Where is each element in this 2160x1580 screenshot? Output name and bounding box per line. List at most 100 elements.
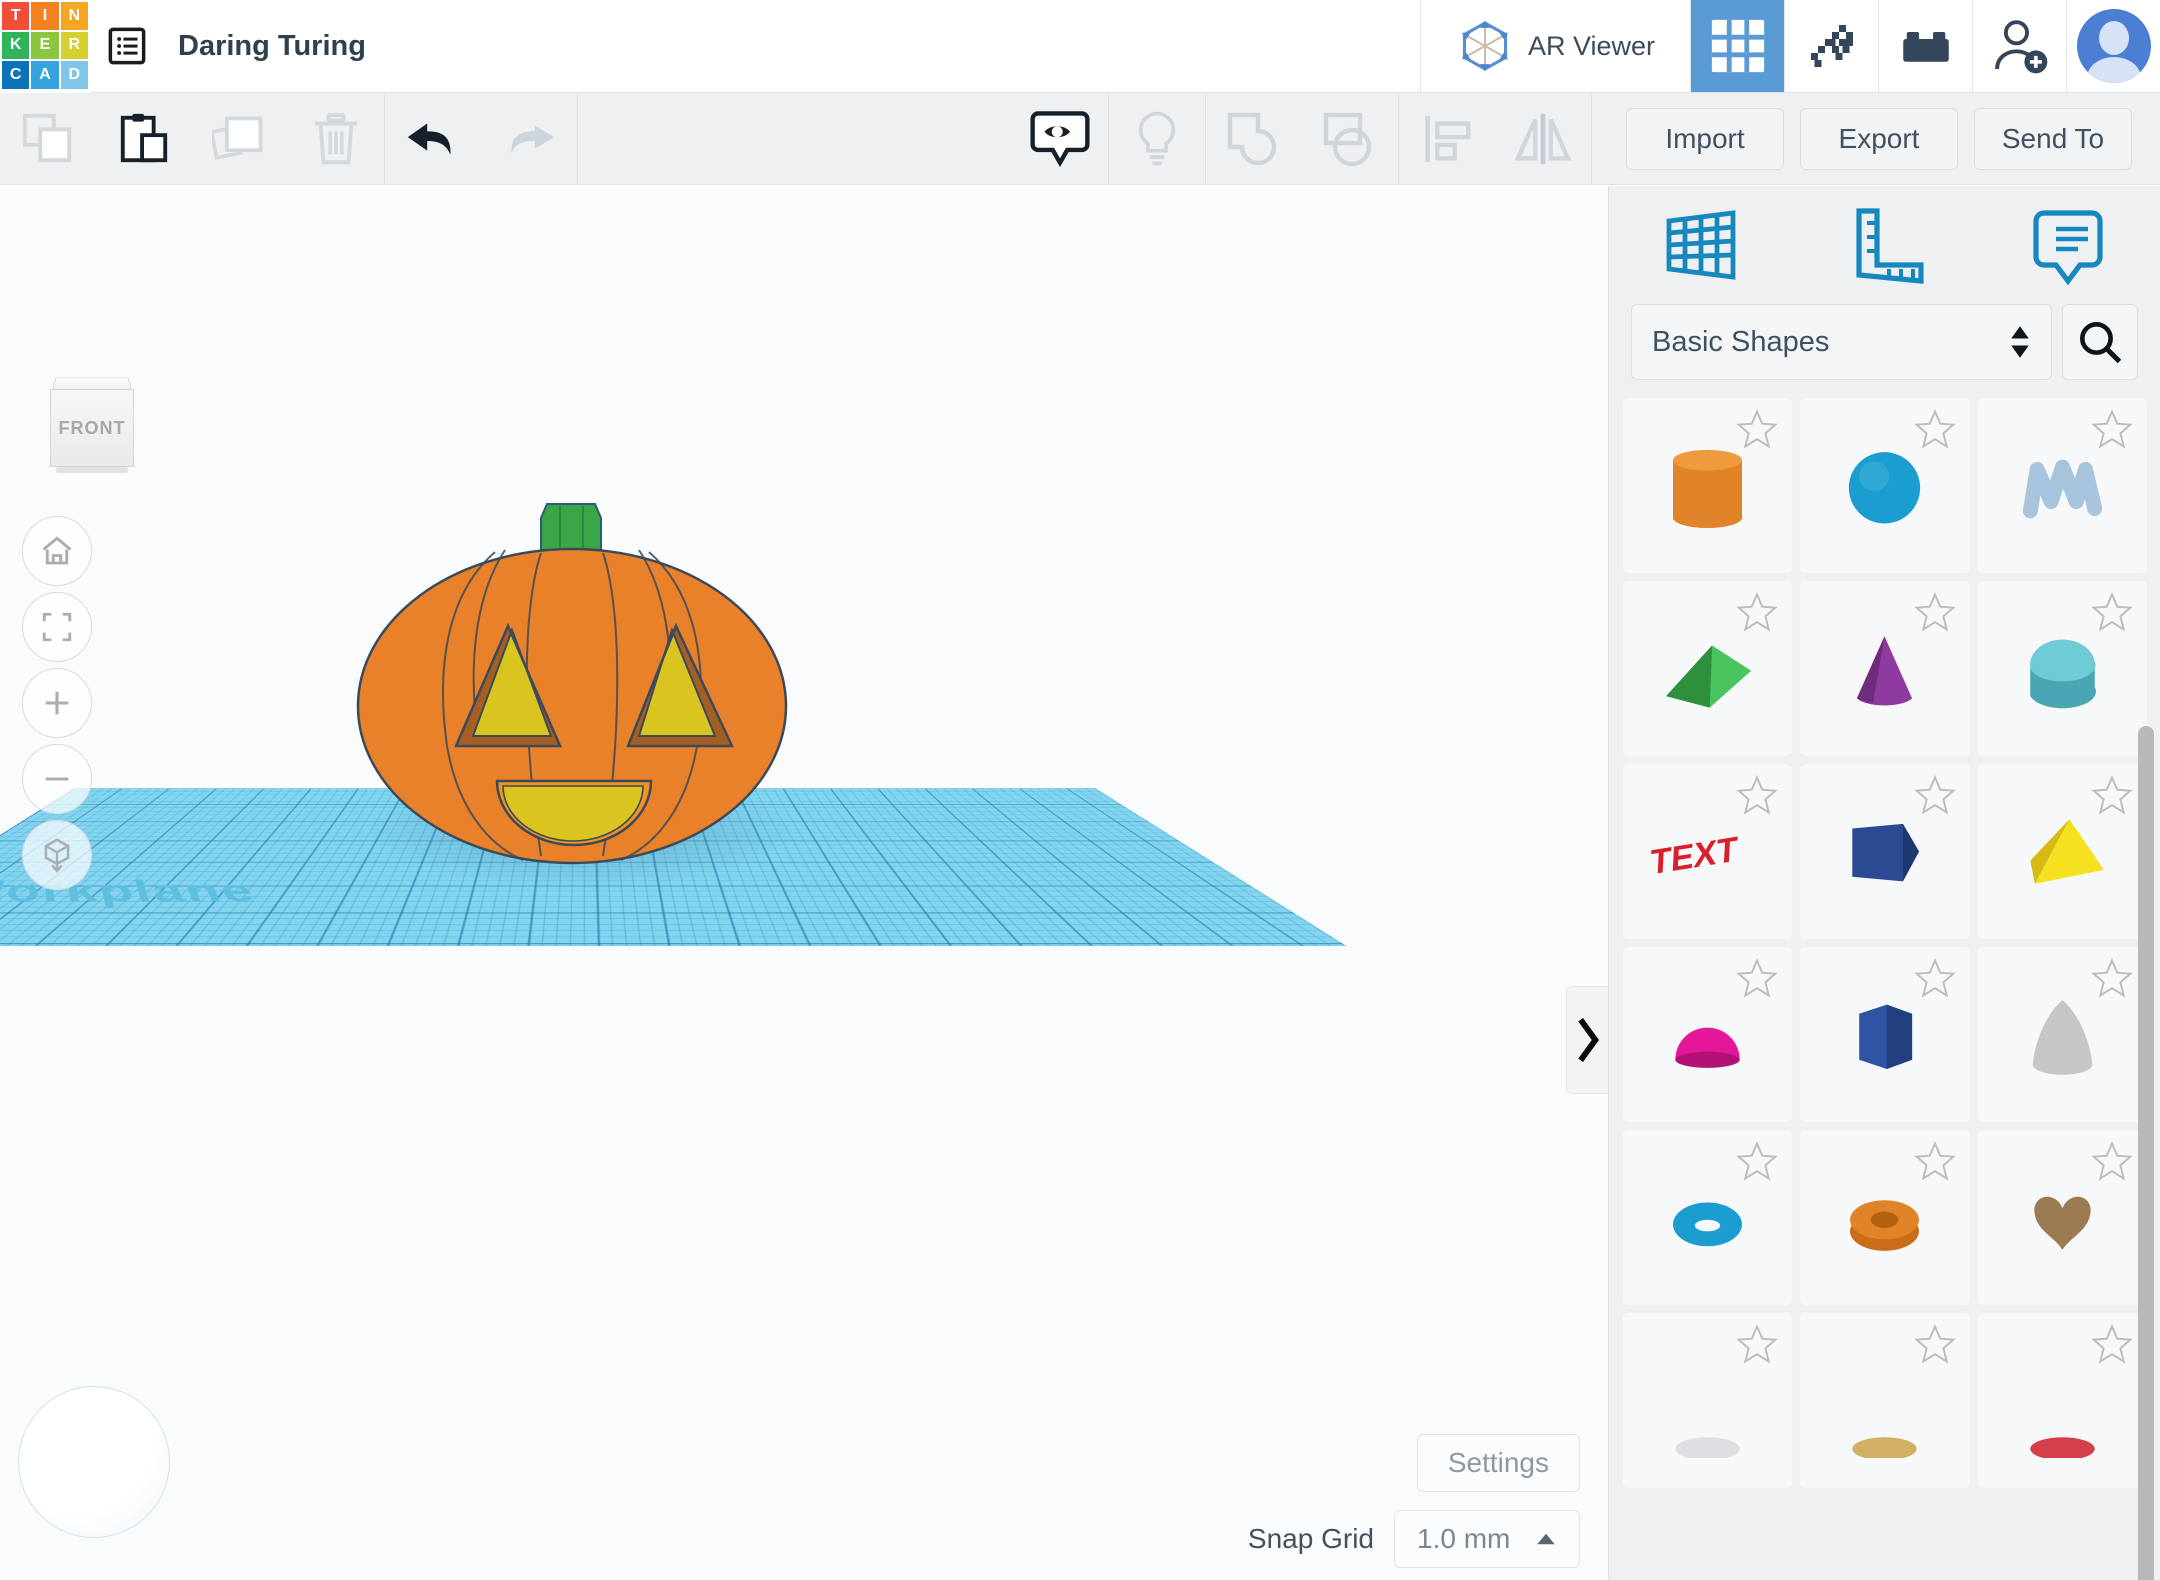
snap-grid-select[interactable]: 1.0 mm (1394, 1510, 1580, 1568)
star-outline-icon[interactable] (2091, 774, 2133, 816)
logo-tile-e: E (31, 32, 58, 60)
notes-tab[interactable] (1976, 201, 2160, 289)
mirror-button[interactable] (1495, 93, 1591, 185)
settings-button[interactable]: Settings (1417, 1434, 1580, 1492)
workplane-tab[interactable] (1609, 201, 1793, 289)
viewport-circle-widget[interactable] (18, 1386, 170, 1538)
star-outline-icon[interactable] (1736, 774, 1778, 816)
jack-o-lantern-model[interactable] (355, 496, 790, 866)
3d-viewport[interactable]: Workplane (0, 186, 1608, 1580)
shape-item-box[interactable] (1800, 764, 1969, 939)
star-outline-icon[interactable] (2091, 1323, 2133, 1365)
star-outline-icon[interactable] (1914, 591, 1956, 633)
delete-button[interactable] (288, 93, 384, 185)
invite-button[interactable] (1972, 0, 2066, 92)
align-icon (1418, 110, 1476, 168)
grid-icon (1710, 18, 1766, 74)
ungroup-button[interactable] (1302, 93, 1398, 185)
star-outline-icon[interactable] (1914, 408, 1956, 450)
visibility-button[interactable] (1012, 93, 1108, 185)
chevron-right-icon (1575, 1016, 1601, 1064)
star-outline-icon[interactable] (2091, 408, 2133, 450)
shape-item-half-cylinder[interactable] (1978, 581, 2147, 756)
workplane-grid-icon (1657, 201, 1745, 289)
star-outline-icon[interactable] (2091, 1140, 2133, 1182)
logo-tile-d: D (61, 61, 88, 89)
shapes-panel: Basic Shapes TEXT (1608, 186, 2160, 1580)
shape-item-torus[interactable] (1623, 1130, 1792, 1305)
view-cube-label[interactable]: FRONT (50, 389, 134, 467)
page-title[interactable]: Daring Turing (164, 0, 1420, 92)
viewport-bottom-bar: Settings Snap Grid 1.0 mm (1248, 1434, 1580, 1568)
snap-grid-value: 1.0 mm (1417, 1523, 1510, 1555)
star-outline-icon[interactable] (1736, 408, 1778, 450)
shape-category-select[interactable]: Basic Shapes (1631, 304, 2052, 380)
shape-item-shape-row6-c[interactable] (1978, 1313, 2147, 1488)
note-bubble-icon (2024, 201, 2112, 289)
shape-item-cylinder[interactable] (1623, 398, 1792, 573)
blocks-button[interactable] (1878, 0, 1972, 92)
note-button[interactable] (1109, 93, 1205, 185)
duplicate-button[interactable] (192, 93, 288, 185)
star-outline-icon[interactable] (2091, 591, 2133, 633)
zoom-in-button[interactable] (22, 668, 92, 738)
zoom-out-button[interactable] (22, 744, 92, 814)
shape-item-shape-row6-a[interactable] (1623, 1313, 1792, 1488)
shape-item-tube[interactable] (1800, 1130, 1969, 1305)
ruler-tab[interactable] (1793, 201, 1977, 289)
shape-item-heart[interactable] (1978, 1130, 2147, 1305)
align-button[interactable] (1399, 93, 1495, 185)
undo-button[interactable] (385, 93, 481, 185)
copy-button[interactable] (0, 93, 96, 185)
shape-search-button[interactable] (2062, 304, 2138, 380)
shape-item-sphere[interactable] (1800, 398, 1969, 573)
shape-library-grid[interactable]: TEXT (1609, 398, 2160, 1580)
fit-view-button[interactable] (22, 592, 92, 662)
shape-item-paraboloid[interactable] (1978, 947, 2147, 1122)
shape-item-scribble[interactable] (1978, 398, 2147, 573)
star-outline-icon[interactable] (1736, 957, 1778, 999)
shape-item-roof[interactable] (1623, 581, 1792, 756)
star-outline-icon[interactable] (1736, 1140, 1778, 1182)
star-outline-icon[interactable] (1914, 957, 1956, 999)
star-outline-icon[interactable] (1914, 774, 1956, 816)
ortho-perspective-button[interactable] (22, 820, 92, 890)
star-outline-icon[interactable] (1736, 591, 1778, 633)
shape-item-pyramid[interactable] (1978, 764, 2147, 939)
shape-item-dome[interactable] (1623, 947, 1792, 1122)
pickaxe-icon (1804, 18, 1860, 74)
send-to-button[interactable]: Send To (1974, 108, 2132, 170)
redo-button[interactable] (481, 93, 577, 185)
shape-item-shape-row6-b[interactable] (1800, 1313, 1969, 1488)
header-actions: AR Viewer (1420, 0, 2160, 92)
export-button[interactable]: Export (1800, 108, 1958, 170)
collapse-panel-button[interactable] (1566, 986, 1608, 1094)
chevron-updown-icon (2009, 321, 2031, 363)
shape-item-cone[interactable] (1800, 581, 1969, 756)
group-button[interactable] (1206, 93, 1302, 185)
redo-arrow-icon (498, 108, 560, 170)
grid-view-button[interactable] (1690, 0, 1784, 92)
shape-item-text[interactable]: TEXT (1623, 764, 1792, 939)
fit-frame-icon (40, 610, 74, 644)
minecraft-button[interactable] (1784, 0, 1878, 92)
import-button[interactable]: Import (1626, 108, 1784, 170)
star-outline-icon[interactable] (2091, 957, 2133, 999)
account-avatar[interactable] (2066, 0, 2160, 92)
shape-panel-scrollbar[interactable] (2138, 726, 2154, 1580)
design-menu-button[interactable] (90, 0, 164, 92)
shape-item-polygon[interactable] (1800, 947, 1969, 1122)
logo-tile-r: R (61, 32, 88, 60)
home-view-button[interactable] (22, 516, 92, 586)
snap-grid-label: Snap Grid (1248, 1523, 1374, 1555)
star-outline-icon[interactable] (1914, 1323, 1956, 1365)
tinkercad-logo[interactable]: TINKERCAD (0, 0, 90, 93)
star-outline-icon[interactable] (1914, 1140, 1956, 1182)
star-outline-icon[interactable] (1736, 1323, 1778, 1365)
ar-viewer-button[interactable]: AR Viewer (1420, 0, 1690, 92)
view-cube[interactable]: FRONT (46, 371, 138, 481)
paste-button[interactable] (96, 93, 192, 185)
app-header: TINKERCAD Daring Turing (0, 0, 2160, 93)
chevron-up-icon (1535, 1532, 1557, 1546)
snap-grid-row: Snap Grid 1.0 mm (1248, 1510, 1580, 1568)
